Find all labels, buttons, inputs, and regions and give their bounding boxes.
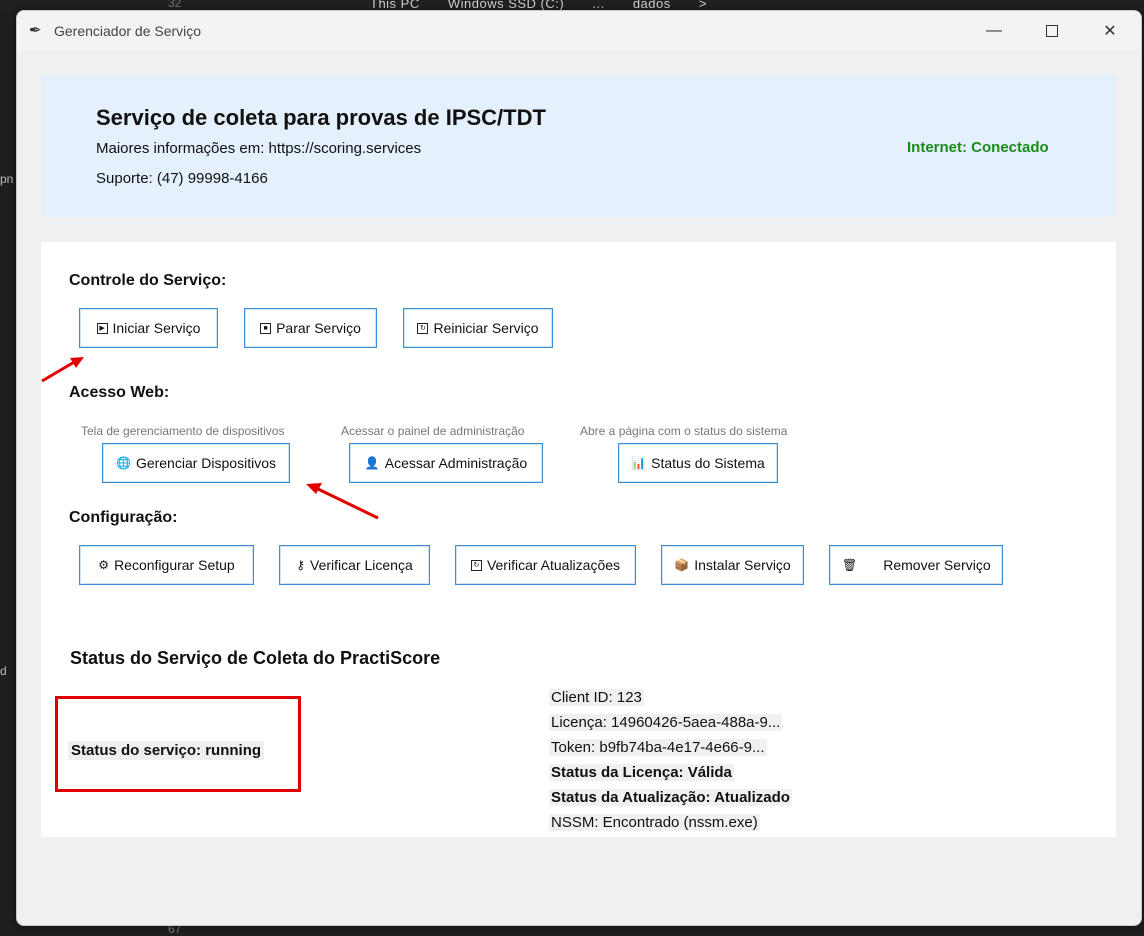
annotation-arrows xyxy=(41,357,379,520)
arrow-to-start-button xyxy=(41,357,84,383)
arrow-to-devices-button xyxy=(306,483,379,520)
